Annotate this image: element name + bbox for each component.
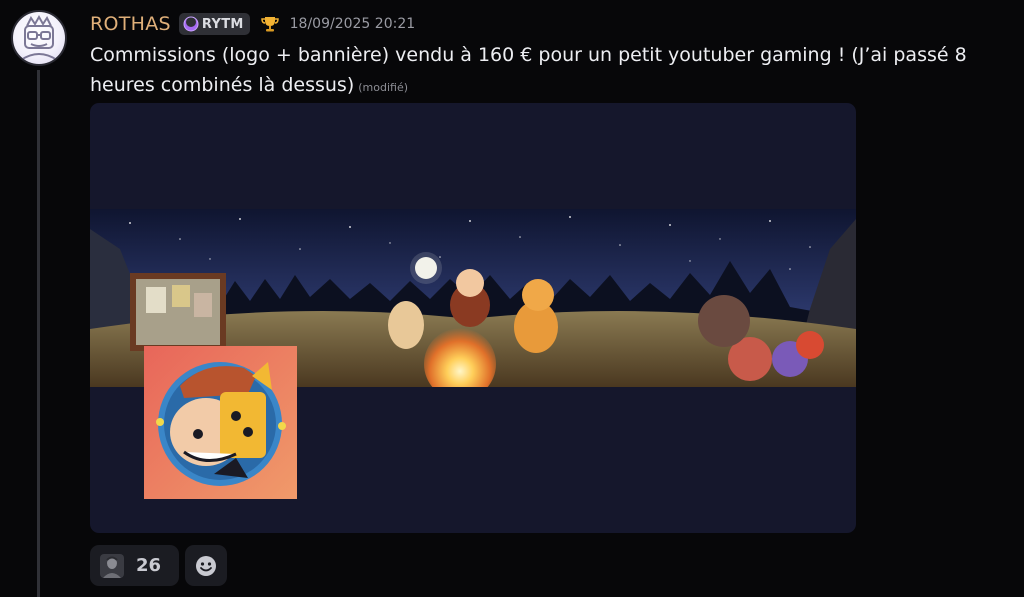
reactions-bar: 26: [90, 545, 227, 586]
thread-line: [37, 70, 40, 597]
author-avatar[interactable]: [11, 10, 67, 66]
purple-crescent-icon: [183, 16, 199, 32]
server-tag[interactable]: RYTM: [178, 13, 250, 35]
message-view: ROTHAS RYTM 18/09/2025 20:21 Commissions…: [0, 0, 1024, 597]
reaction-count: 26: [136, 555, 162, 576]
character-logo-image: [144, 346, 297, 499]
reaction-pill[interactable]: 26: [90, 545, 179, 586]
message-timestamp[interactable]: 18/09/2025 20:21: [290, 16, 416, 32]
user-avatar-icon: [100, 553, 124, 578]
server-tag-label: RYTM: [201, 16, 244, 32]
add-reaction-button[interactable]: [185, 545, 227, 586]
sketch-avatar-icon: [20, 14, 58, 61]
edited-label: (modifié): [358, 81, 409, 94]
image-attachment[interactable]: [90, 103, 856, 533]
message-header: ROTHAS RYTM 18/09/2025 20:21: [90, 10, 415, 38]
smiley-add-reaction-icon: [196, 555, 216, 576]
author-name[interactable]: ROTHAS: [90, 13, 171, 35]
message-text: Commissions (logo + bannière) vendu à 16…: [90, 44, 967, 96]
message-content: Commissions (logo + bannière) vendu à 16…: [90, 40, 1015, 103]
trophy-icon: [260, 17, 279, 32]
